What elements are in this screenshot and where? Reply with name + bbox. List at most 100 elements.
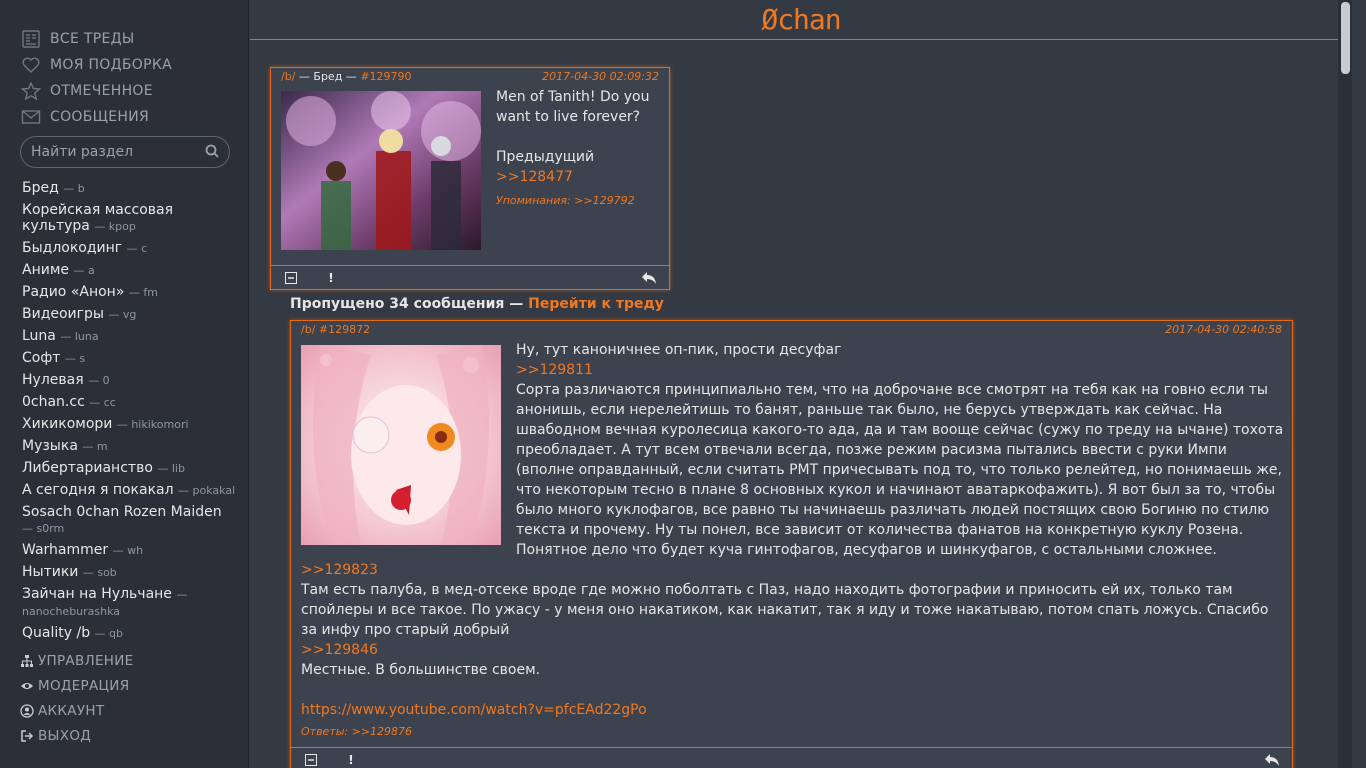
board-code: — cc <box>89 396 116 409</box>
post-image[interactable] <box>281 91 481 250</box>
board-item[interactable]: Зайчан на Нульчане — nanocheburashka <box>22 584 237 623</box>
board-item[interactable]: Warhammer — wh <box>22 540 237 562</box>
nav-logout[interactable]: ВЫХОД <box>20 723 133 748</box>
board-item[interactable]: Софт — s <box>22 348 237 370</box>
post-body-full: >>129823 Там есть палуба, в мед-отсеке в… <box>301 560 1286 742</box>
board-code: — c <box>126 242 148 255</box>
board-item[interactable]: Quality /b — qb <box>22 623 237 645</box>
board-name: Аниме <box>22 262 70 278</box>
nav-moderation[interactable]: МОДЕРАЦИЯ <box>20 673 133 698</box>
board-link[interactable]: /b/ <box>301 323 315 336</box>
answers[interactable]: Ответы: >>129876 <box>301 722 1286 742</box>
board-name: Warhammer <box>22 542 109 558</box>
op-post: /b/ — Бред — #129790 2017-04-30 02:09:32 <box>270 67 670 290</box>
board-code: — 0 <box>88 374 110 387</box>
board-item[interactable]: Luna — luna <box>22 326 237 348</box>
post-number[interactable]: #129790 <box>360 70 411 83</box>
star-icon <box>20 81 42 101</box>
post-image[interactable] <box>301 345 501 545</box>
board-item[interactable]: Бред — b <box>22 178 237 200</box>
scrollbar-thumb[interactable] <box>1341 2 1350 74</box>
board-code: — sob <box>82 566 117 579</box>
skipped-messages: Пропущено 34 сообщения — Перейти к треду <box>290 296 664 312</box>
post-text: Сорта различаются принципиально тем, что… <box>516 382 1284 558</box>
board-code: — lib <box>157 462 185 475</box>
post-date: 2017-04-30 02:09:32 <box>542 70 659 83</box>
board-item[interactable]: 0chan.cc — cc <box>22 392 237 414</box>
post-header: /b/ #129872 2017-04-30 02:40:58 <box>301 323 1282 337</box>
site-logo[interactable]: Øchan <box>761 3 841 36</box>
report-icon[interactable]: ! <box>311 266 351 290</box>
board-code: — hikikomori <box>116 418 189 431</box>
nav-label: МОЯ ПОДБОРКА <box>50 57 172 73</box>
heart-icon <box>20 55 42 75</box>
board-search-input[interactable]: Найти раздел <box>20 136 230 168</box>
post-footer: ! <box>271 265 669 289</box>
board-item[interactable]: Нытики — sob <box>22 562 237 584</box>
post-text: Местные. В большинстве своем. <box>301 662 541 678</box>
reply-icon[interactable] <box>629 266 669 290</box>
bottom-nav: УПРАВЛЕНИЕ МОДЕРАЦИЯ АККАУНТ ВЫХОД <box>20 648 133 748</box>
nav-messages[interactable]: СООБЩЕНИЯ <box>20 104 172 130</box>
reply-link[interactable]: >>129823 <box>301 560 1286 580</box>
youtube-link[interactable]: https://www.youtube.com/watch?v=pfcEAd22… <box>301 700 1286 720</box>
search-icon[interactable] <box>205 143 219 162</box>
reply-post: /b/ #129872 2017-04-30 02:40:58 Ну, тут … <box>290 320 1293 768</box>
board-code: — s <box>64 352 86 365</box>
header: Øchan <box>250 0 1352 40</box>
nav-label: АККАУНТ <box>38 702 105 719</box>
board-item[interactable]: А сегодня я покакал — pokakal <box>22 480 237 502</box>
post-text: Там есть палуба, в мед-отсеке вроде где … <box>301 582 1269 638</box>
board-name: Либертарианство <box>22 460 153 476</box>
eye-icon <box>20 679 34 693</box>
board-name: Музыка <box>22 438 78 454</box>
board-item[interactable]: Видеоигры — vg <box>22 304 237 326</box>
board-name: Видеоигры <box>22 306 104 322</box>
post-text: Ну, тут каноничнее оп-пик, прости десуфа… <box>516 342 842 358</box>
board-item[interactable]: Либертарианство — lib <box>22 458 237 480</box>
board-name: Быдлокодинг <box>22 240 123 256</box>
board-list: Бред — b Корейская массовая культура — kp… <box>22 178 237 650</box>
hide-icon[interactable] <box>291 748 331 768</box>
sitemap-icon <box>20 654 34 668</box>
board-item[interactable]: Аниме — a <box>22 260 237 282</box>
mentions[interactable]: Упоминания: >>129792 <box>496 191 666 211</box>
reply-link[interactable]: >>129811 <box>516 360 1286 380</box>
board-name: А сегодня я покакал <box>22 482 174 498</box>
board-item[interactable]: Sosach 0chan Rozen Maiden — s0rm <box>22 502 237 540</box>
nav-favorites[interactable]: ОТМЕЧЕННОЕ <box>20 78 172 104</box>
reply-link[interactable]: >>128477 <box>496 167 666 187</box>
reply-link[interactable]: >>129846 <box>301 640 1286 660</box>
post-body: Men of Tanith! Do you want to live forev… <box>496 87 666 211</box>
nav-label: МОДЕРАЦИЯ <box>38 677 130 694</box>
threads-icon <box>20 29 42 49</box>
board-name: 0chan.cc <box>22 394 85 410</box>
post-number[interactable]: #129872 <box>319 323 370 336</box>
reply-icon[interactable] <box>1252 748 1292 768</box>
go-to-thread-link[interactable]: Перейти к треду <box>528 296 664 312</box>
hide-icon[interactable] <box>271 266 311 290</box>
nav-management[interactable]: УПРАВЛЕНИЕ <box>20 648 133 673</box>
board-code: — kpop <box>94 220 136 233</box>
board-item[interactable]: Корейская массовая культура — kpop <box>22 200 237 238</box>
report-icon[interactable]: ! <box>331 748 371 768</box>
board-name[interactable]: Бред <box>313 70 342 83</box>
post-body-right: Ну, тут каноничнее оп-пик, прости десуфа… <box>516 340 1286 560</box>
nav-account[interactable]: АККАУНТ <box>20 698 133 723</box>
board-item[interactable]: Радио «Анон» — fm <box>22 282 237 304</box>
scrollbar[interactable] <box>1338 0 1352 768</box>
nav-label: ОТМЕЧЕННОЕ <box>50 83 153 99</box>
board-name: Зайчан на Нульчане <box>22 586 172 602</box>
board-item[interactable]: Хикикомори — hikikomori <box>22 414 237 436</box>
board-code: — s0rm <box>22 522 65 535</box>
top-nav: ВСЕ ТРЕДЫ МОЯ ПОДБОРКА ОТМЕЧЕННОЕ СООБЩЕ… <box>20 26 172 130</box>
nav-my-selection[interactable]: МОЯ ПОДБОРКА <box>20 52 172 78</box>
post-text: Предыдущий <box>496 149 595 165</box>
board-item[interactable]: Быдлокодинг — c <box>22 238 237 260</box>
board-link[interactable]: /b/ <box>281 70 295 83</box>
nav-all-threads[interactable]: ВСЕ ТРЕДЫ <box>20 26 172 52</box>
board-code: — fm <box>128 286 158 299</box>
board-item[interactable]: Музыка — m <box>22 436 237 458</box>
board-item[interactable]: Нулевая — 0 <box>22 370 237 392</box>
board-code: — vg <box>108 308 137 321</box>
